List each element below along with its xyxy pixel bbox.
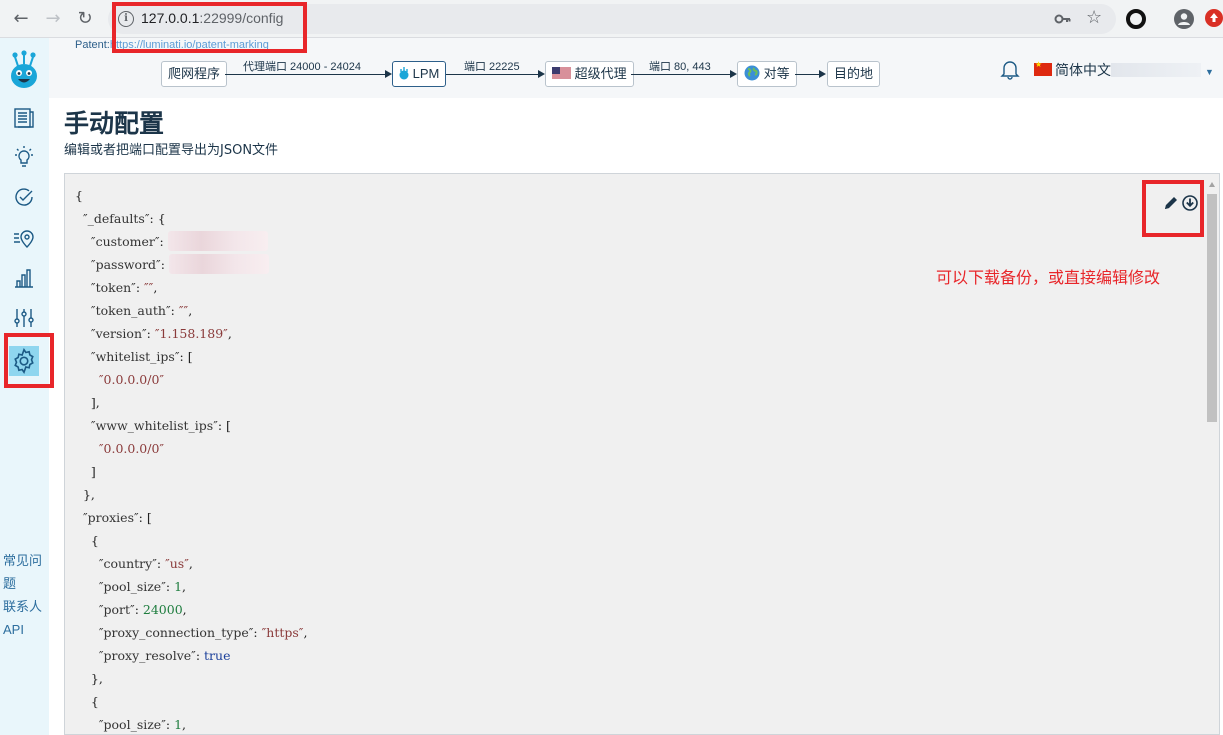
star-icon[interactable]: ☆	[1086, 7, 1102, 28]
overview-icon[interactable]	[12, 106, 36, 130]
code-line[interactable]: },	[75, 667, 307, 690]
code-line[interactable]: {	[75, 184, 307, 207]
code-line[interactable]: ″password″:	[75, 253, 307, 276]
flow-label-port-80-443: 端口 80, 443	[649, 61, 711, 73]
us-flag-icon	[552, 64, 571, 80]
proxy-flow-bar: Patent:https://luminati.io/patent-markin…	[49, 38, 1223, 98]
code-line[interactable]: ″customer″:	[75, 230, 307, 253]
url-text[interactable]: 127.0.0.1:22999/config	[141, 10, 283, 26]
language-label: 简体中文	[1055, 62, 1111, 78]
flow-node-destination[interactable]: 目的地	[827, 61, 881, 87]
back-icon[interactable]: ←	[9, 7, 33, 31]
code-line[interactable]: ″proxies″: [	[75, 506, 307, 529]
code-line[interactable]: ″proxy_connection_type″: ″https″,	[75, 621, 308, 644]
flow-label-port-22225: 端口 22225	[464, 61, 520, 73]
code-line[interactable]: ″proxy_resolve″: true	[75, 644, 307, 667]
info-icon[interactable]: i	[118, 11, 134, 27]
code-line[interactable]: {	[75, 690, 307, 713]
code-line[interactable]: ″whitelist_ips″: [	[75, 345, 307, 368]
code-line[interactable]: ″version″: ″1.158.189″,	[75, 322, 307, 345]
flow-node-peer[interactable]: 对等	[737, 61, 797, 87]
code-line[interactable]: {	[75, 529, 307, 552]
contact-link[interactable]: 联系人	[3, 595, 42, 618]
flow-arrow	[730, 70, 737, 78]
code-line[interactable]: ″country″: ″us″,	[75, 552, 307, 575]
reload-icon[interactable]: ↻	[73, 7, 97, 31]
code-line[interactable]: ″www_whitelist_ips″: [	[75, 414, 307, 437]
location-icon[interactable]	[12, 226, 36, 250]
flow-node-lpm-label: LPM	[412, 66, 440, 81]
flow-arrow	[819, 70, 826, 78]
code-line[interactable]: ]	[75, 460, 307, 483]
luminati-logo-icon[interactable]	[9, 48, 39, 88]
code-line[interactable]: ″0.0.0.0/0″	[75, 437, 307, 460]
page-subtitle: 编辑或者把端口配置导出为JSON文件	[64, 143, 279, 158]
url-host: 127.0.0.1	[141, 10, 200, 26]
download-icon[interactable]	[1181, 194, 1199, 212]
redacted-account	[1111, 63, 1201, 77]
flow-node-super-proxy-label: 超级代理	[574, 66, 627, 81]
code-line[interactable]: ″port″: 24000,	[75, 598, 307, 621]
globe-icon	[744, 65, 760, 81]
notification-bell-icon[interactable]	[999, 58, 1021, 80]
flow-arrow	[385, 70, 392, 78]
url-path: :22999/config	[199, 10, 284, 26]
china-flag-icon	[1034, 60, 1052, 76]
lightbulb-icon[interactable]	[12, 145, 36, 169]
chevron-down-icon: ▼	[1205, 67, 1214, 77]
update-icon[interactable]	[1205, 9, 1223, 27]
faq-link-line1[interactable]: 常见问	[3, 549, 42, 572]
flow-node-crawler[interactable]: 爬网程序	[161, 61, 228, 87]
forward-icon[interactable]: →	[41, 7, 65, 31]
flow-node-lpm[interactable]: LPM	[392, 61, 447, 87]
code-line[interactable]: ″token_auth″: ″″,	[75, 299, 307, 322]
faq-link[interactable]: 常见问 题	[3, 549, 42, 595]
settings-gear-icon[interactable]	[9, 346, 39, 376]
code-line[interactable]: ″pool_size″: 1,	[75, 575, 307, 598]
sidebar: 常见问 题 联系人 API	[0, 38, 49, 735]
bar-chart-icon[interactable]	[12, 266, 36, 290]
lpm-logo-icon	[399, 64, 409, 80]
patent-label: Patent:	[75, 39, 110, 51]
code-view[interactable]: { ″_defaults″: { ″customer″: ″password″:…	[75, 184, 308, 734]
flow-edge	[795, 74, 819, 75]
flow-node-peer-label: 对等	[763, 66, 790, 81]
api-link[interactable]: API	[3, 618, 24, 641]
flow-label-proxy-ports: 代理端口 24000 - 24024	[243, 61, 362, 73]
patent-notice: Patent:https://luminati.io/patent-markin…	[75, 39, 269, 51]
flow-node-super-proxy[interactable]: 超级代理	[545, 61, 634, 87]
patent-link[interactable]: https://luminati.io/patent-marking	[110, 39, 269, 51]
extension-icon[interactable]	[1126, 9, 1146, 29]
flow-edge	[631, 74, 730, 75]
config-json-editor[interactable]: { ″_defaults″: { ″customer″: ″password″:…	[64, 173, 1220, 735]
redacted-value	[168, 254, 269, 274]
code-line[interactable]: },	[75, 483, 307, 506]
code-line[interactable]: ″token″: ″″,	[75, 276, 307, 299]
check-circle-icon[interactable]	[12, 185, 36, 209]
account-icon[interactable]	[1174, 9, 1194, 29]
scroll-thumb[interactable]	[1207, 194, 1217, 422]
code-line[interactable]: ″0.0.0.0/0″	[75, 368, 307, 391]
code-line[interactable]: ″pool_size″: 1,	[75, 713, 307, 734]
address-bar[interactable]: i 127.0.0.1:22999/config ☆	[108, 4, 1116, 34]
annotation-note: 可以下载备份，或直接编辑修改	[936, 270, 1161, 287]
flow-edge	[225, 74, 385, 75]
code-line[interactable]: ],	[75, 391, 307, 414]
redacted-value	[167, 231, 268, 251]
browser-toolbar: ← → ↻ i 127.0.0.1:22999/config ☆	[0, 0, 1223, 38]
edit-pencil-icon[interactable]	[1162, 194, 1180, 212]
language-selector[interactable]: 简体中文 ▼	[1034, 60, 1214, 80]
scroll-up-icon[interactable]	[1209, 182, 1215, 187]
key-icon[interactable]	[1054, 10, 1072, 32]
code-line[interactable]: ″_defaults″: {	[75, 207, 307, 230]
sliders-icon[interactable]	[12, 306, 36, 330]
flow-arrow	[538, 70, 545, 78]
flow-edge	[446, 74, 538, 75]
editor-scrollbar[interactable]	[1206, 182, 1218, 732]
page-title: 手动配置	[64, 109, 165, 138]
faq-link-line2[interactable]: 题	[3, 572, 42, 595]
